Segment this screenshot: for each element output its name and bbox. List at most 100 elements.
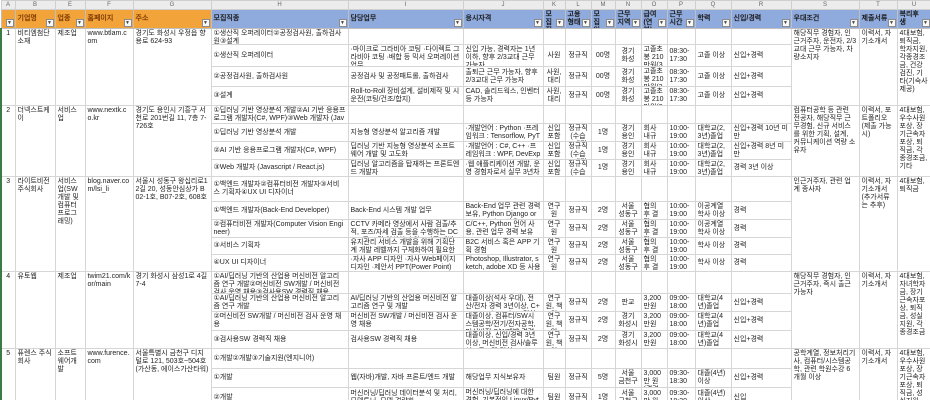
career-level-text: 신입+경력: [732, 51, 791, 61]
filter-dropdown-icon[interactable]: ▼: [632, 19, 640, 27]
header-m: 모집인원▼: [591, 10, 615, 29]
job-category: ①생산직 오퍼레이터②공정검사원, 출하검사원③설계: [211, 29, 348, 45]
salary: [641, 29, 667, 45]
headcount-text: 5명: [592, 373, 615, 383]
filter-dropdown-icon[interactable]: ▼: [124, 19, 132, 27]
headcount: 2명: [591, 202, 615, 220]
qualification-text: 해당업무 지식보유자: [464, 373, 543, 383]
filter-dropdown-icon[interactable]: ▼: [922, 19, 930, 27]
filter-dropdown-icon[interactable]: ▼: [76, 19, 84, 27]
header-g: 주소▼: [133, 10, 211, 29]
career-level: [731, 106, 791, 124]
company-name: 퓨렌스 주식회사: [15, 349, 55, 369]
education: 학사 이상: [695, 255, 731, 272]
career-level-text: 신입+경력: [732, 91, 791, 101]
header-label: 우대조건: [792, 14, 859, 24]
work-region-text: 서울 성동구: [616, 202, 641, 219]
salary: [641, 177, 667, 202]
education-text: 고졸 이상: [696, 91, 731, 101]
work-region-text: 경기 용인: [616, 160, 641, 176]
work-hours: 09:00-18:00: [667, 331, 695, 349]
job-category-text: ①개발②개발③기술지원(엔지니어): [212, 354, 348, 364]
employment-type-text: 정규직: [566, 373, 591, 383]
website-link: www.furence.com: [85, 349, 133, 369]
duties-text: 유지관리 서비스 개발을 위해 기획단계 개발 레벨까지 구체화하여 필요한 기…: [349, 238, 463, 254]
column-letter-g: G: [133, 1, 211, 10]
filter-dropdown-icon[interactable]: ▼: [534, 19, 542, 27]
education-text: [696, 188, 731, 190]
qualification: C/C++, Python 언어 사용, 관련 업무 경력 보유: [463, 220, 543, 238]
filter-dropdown-icon[interactable]: ▼: [850, 19, 858, 27]
required-documents-text: 이력서, 포트폴리오(제출 가능시): [860, 106, 897, 124]
education-text: 대학교(4년)졸업: [696, 294, 731, 311]
filter-dropdown-icon[interactable]: ▼: [658, 19, 666, 27]
qualification-text: ·개발언어 : Python ·프레임워크 : Tensorflow, PyTo…: [464, 124, 543, 141]
filter-dropdown-icon[interactable]: ▼: [202, 19, 210, 27]
rank-text: 신입 포함: [544, 160, 565, 176]
employment-type: 정규직: [565, 45, 591, 67]
work-region: 서울 금천구: [615, 388, 641, 400]
education: 대학교(4년)졸업: [695, 312, 731, 331]
website-link-text: blog.naver.com/lsi_li: [86, 177, 133, 195]
duties-text: 검사용SW 경력직 채용: [349, 335, 463, 345]
duties: Back-End 시스템 개발 업무: [348, 202, 463, 220]
salary-text: 고졸초봉 210만원(3교대): [642, 87, 667, 105]
employment-type-text: 정규직: [566, 51, 591, 61]
employment-type: [565, 272, 591, 294]
employment-type-text: [566, 114, 591, 116]
work-hours-text: [668, 188, 695, 190]
filter-dropdown-icon[interactable]: ▼: [46, 19, 54, 27]
column-letter-f: F: [85, 1, 133, 10]
filter-dropdown-icon[interactable]: ▼: [722, 19, 730, 27]
qualification-text: [464, 36, 543, 38]
rank: 신입 포함: [543, 142, 565, 160]
headcount: 1명: [591, 142, 615, 160]
column-letter-m: M: [591, 1, 615, 10]
filter-dropdown-icon[interactable]: ▼: [606, 19, 614, 27]
filter-dropdown-icon[interactable]: ▼: [888, 19, 896, 27]
qualification: 대졸이상, 컴퓨터/SW시스템공학/전기/전자공학, 머신비전 S/W개발 경력: [463, 312, 543, 331]
rank: 연구원, 책임: [543, 312, 565, 331]
salary: 3,200만원: [641, 294, 667, 312]
filter-dropdown-icon[interactable]: ▼: [339, 19, 347, 27]
job-category: ②컴퓨터비전 개발자(Computer Vision Engineer): [211, 220, 348, 238]
filter-dropdown-icon[interactable]: ▼: [6, 19, 14, 27]
job-category-text: ①딥러닝 기반 영상분석 개발②AI 기반 응용프로그램 개발자(C#, WPF…: [212, 106, 348, 123]
headcount-text: [592, 282, 615, 284]
company-name: 더넥스트케이: [15, 106, 55, 124]
filter-dropdown-icon[interactable]: ▼: [582, 19, 590, 27]
work-region-text: 경기 화성시: [616, 312, 641, 330]
career-level-text: 경력: [732, 224, 791, 234]
filter-dropdown-icon[interactable]: ▼: [556, 19, 564, 27]
headcount-text: [592, 188, 615, 190]
rank: [543, 29, 565, 45]
header-label: 담당업무: [349, 14, 463, 24]
duties: [348, 349, 463, 369]
column-letter-b: B: [15, 1, 55, 10]
career-level: [731, 272, 791, 294]
website-link-text: www.furence.com: [86, 349, 133, 367]
career-level-text: 신입+경력: [732, 316, 791, 326]
qualification: [463, 106, 543, 124]
filter-dropdown-icon[interactable]: ▼: [686, 19, 694, 27]
education: 고졸 이상: [695, 45, 731, 67]
filter-dropdown-icon[interactable]: ▼: [454, 19, 462, 27]
filter-dropdown-icon[interactable]: ▼: [782, 19, 790, 27]
headcount: 2명: [591, 255, 615, 272]
employment-type-text: 정규직: [566, 393, 591, 400]
duties: 유지관리 서비스 개발을 위해 기획단계 개발 레벨까지 구체화하여 필요한 기…: [348, 238, 463, 255]
employment-type: 정규직: [565, 67, 591, 87]
headcount-text: 2명: [592, 335, 615, 345]
spreadsheet-window: { "sheet": { "column_letters": ["A","B",…: [0, 0, 930, 400]
qualification: [463, 272, 543, 294]
career-level-text: [732, 114, 791, 116]
education-text: 대학교(4년)졸업: [696, 331, 731, 348]
header-o: 급여(연봉)▼: [641, 10, 667, 29]
career-level: 신입+경력: [731, 312, 791, 331]
work-region: [615, 272, 641, 294]
career-level: 신입+경력: [731, 369, 791, 388]
required-documents-text: 이력서, 자기소개서: [860, 349, 897, 367]
headcount: 2명: [591, 220, 615, 238]
duties: [348, 272, 463, 294]
job-category-text: ①백엔드 개발자(Back-End Developer): [212, 206, 348, 216]
